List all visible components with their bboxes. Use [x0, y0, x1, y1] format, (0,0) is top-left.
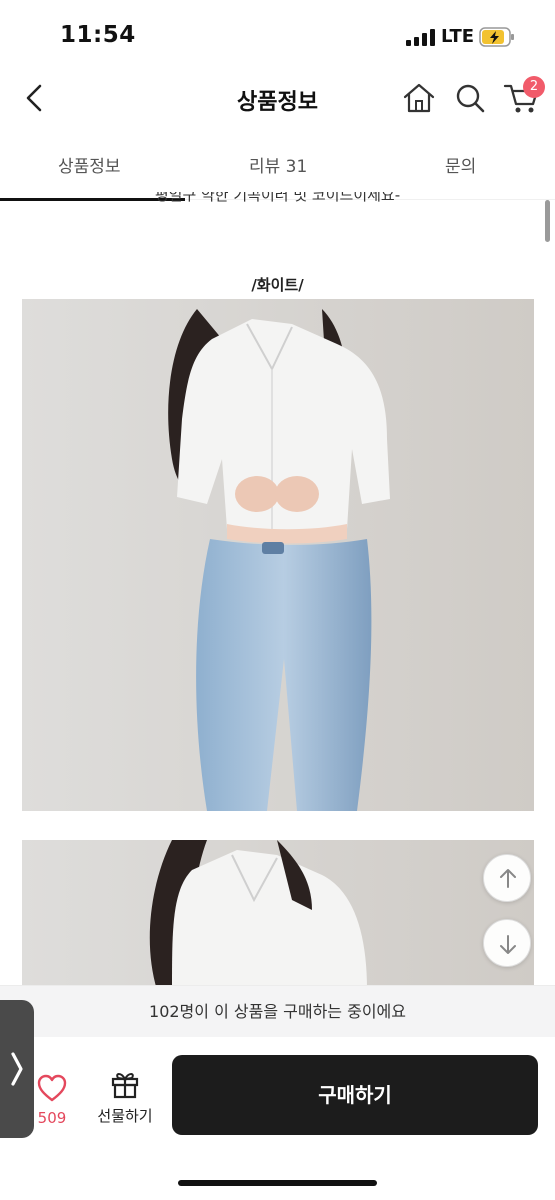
scroll-up-button[interactable] — [483, 854, 531, 902]
heart-icon — [37, 1074, 67, 1102]
buying-now-banner: 102명이 이 상품을 구매하는 중이에요 — [0, 985, 555, 1037]
search-icon[interactable] — [452, 80, 488, 116]
tab-bar: 상품정보 리뷰 31 문의 — [0, 140, 555, 200]
battery-icon — [479, 27, 514, 47]
status-time: 11:54 — [60, 22, 136, 48]
like-count: 509 — [37, 1109, 67, 1127]
buy-button[interactable]: 구매하기 — [172, 1055, 538, 1135]
cart-count-badge: 2 — [523, 76, 545, 98]
tab-inquiry[interactable]: 문의 — [445, 152, 476, 177]
status-bar: 11:54 LTE — [0, 0, 555, 72]
like-button[interactable]: 509 — [30, 1073, 74, 1127]
home-icon[interactable] — [401, 80, 437, 116]
nav-bar: 상품정보 — [0, 68, 555, 130]
tab-reviews[interactable]: 리뷰 31 — [249, 152, 307, 177]
network-label: LTE — [441, 26, 475, 47]
scrollbar-thumb[interactable] — [545, 200, 550, 242]
color-caption: /화이트/ — [251, 276, 304, 294]
home-indicator[interactable] — [178, 1180, 377, 1186]
scroll-down-button[interactable] — [483, 919, 531, 967]
bottom-purchase-bar: 102명이 이 상품을 구매하는 중이에요 509 선물하기 구매하기 — [0, 985, 555, 1200]
cropped-description-text: 평일구 약한 기곡이러 멋 코이드이세요- — [154, 192, 401, 204]
tab-product-info[interactable]: 상품정보 — [58, 152, 121, 177]
gift-icon — [111, 1073, 139, 1099]
arrow-down-icon — [500, 935, 516, 954]
gift-label: 선물하기 — [97, 1107, 153, 1125]
chevron-right-icon — [11, 1052, 23, 1086]
product-photo — [22, 299, 534, 811]
arrow-up-icon — [500, 869, 516, 888]
gift-button[interactable]: 선물하기 — [90, 1069, 160, 1126]
signal-icon — [406, 29, 436, 46]
product-photo — [22, 840, 534, 990]
side-panel-handle[interactable] — [0, 1000, 34, 1138]
